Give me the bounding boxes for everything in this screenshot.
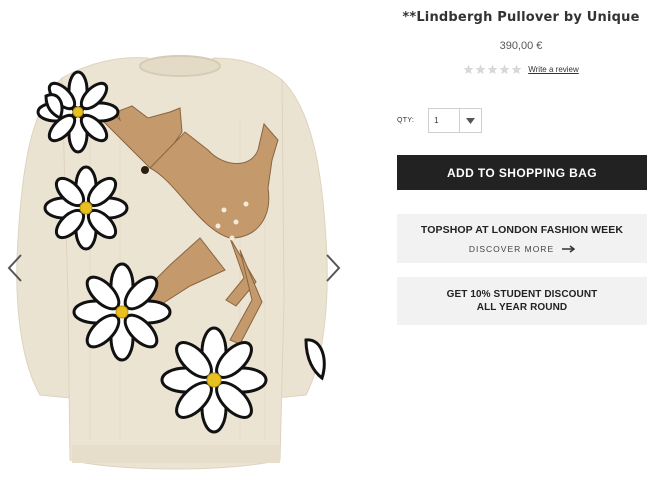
student-discount-line2: ALL YEAR ROUND [476,302,568,313]
fashion-week-promo[interactable]: TOPSHOP AT LONDON FASHION WEEK DISCOVER … [397,214,647,263]
student-discount-promo[interactable]: GET 10% STUDENT DISCOUNT ALL YEAR ROUND [397,277,647,325]
product-image [16,55,328,470]
star-icon [463,64,474,75]
caret-down-icon [466,117,476,124]
next-image-button[interactable] [322,252,344,284]
discover-more-link[interactable]: DISCOVER MORE [468,243,576,254]
product-title: **Lindbergh Pullover by Unique [402,10,640,25]
rating-row: Write a review [396,64,646,75]
qty-label: QTY: [397,117,415,124]
product-price: 390,00 € [499,40,543,52]
star-icon [499,64,510,75]
star-icon [487,64,498,75]
previous-image-button[interactable] [4,252,26,284]
arrow-right-icon [562,244,576,253]
chevron-right-icon [326,254,341,282]
star-icon [511,64,522,75]
star-rating [463,64,522,75]
fashion-week-title: TOPSHOP AT LONDON FASHION WEEK [420,223,624,236]
star-icon [475,64,486,75]
chevron-left-icon [7,254,22,282]
quantity-dropdown-toggle[interactable] [459,109,481,132]
discover-more-label: DISCOVER MORE [468,243,555,254]
quantity-row: QTY: 1 [397,108,483,133]
write-review-link[interactable]: Write a review [528,65,579,74]
student-discount-line1: GET 10% STUDENT DISCOUNT [446,289,598,300]
add-to-bag-button[interactable]: ADD TO SHOPPING BAG [397,155,647,190]
quantity-select[interactable]: 1 [428,108,483,133]
product-gallery [0,0,350,487]
quantity-value: 1 [434,116,439,125]
